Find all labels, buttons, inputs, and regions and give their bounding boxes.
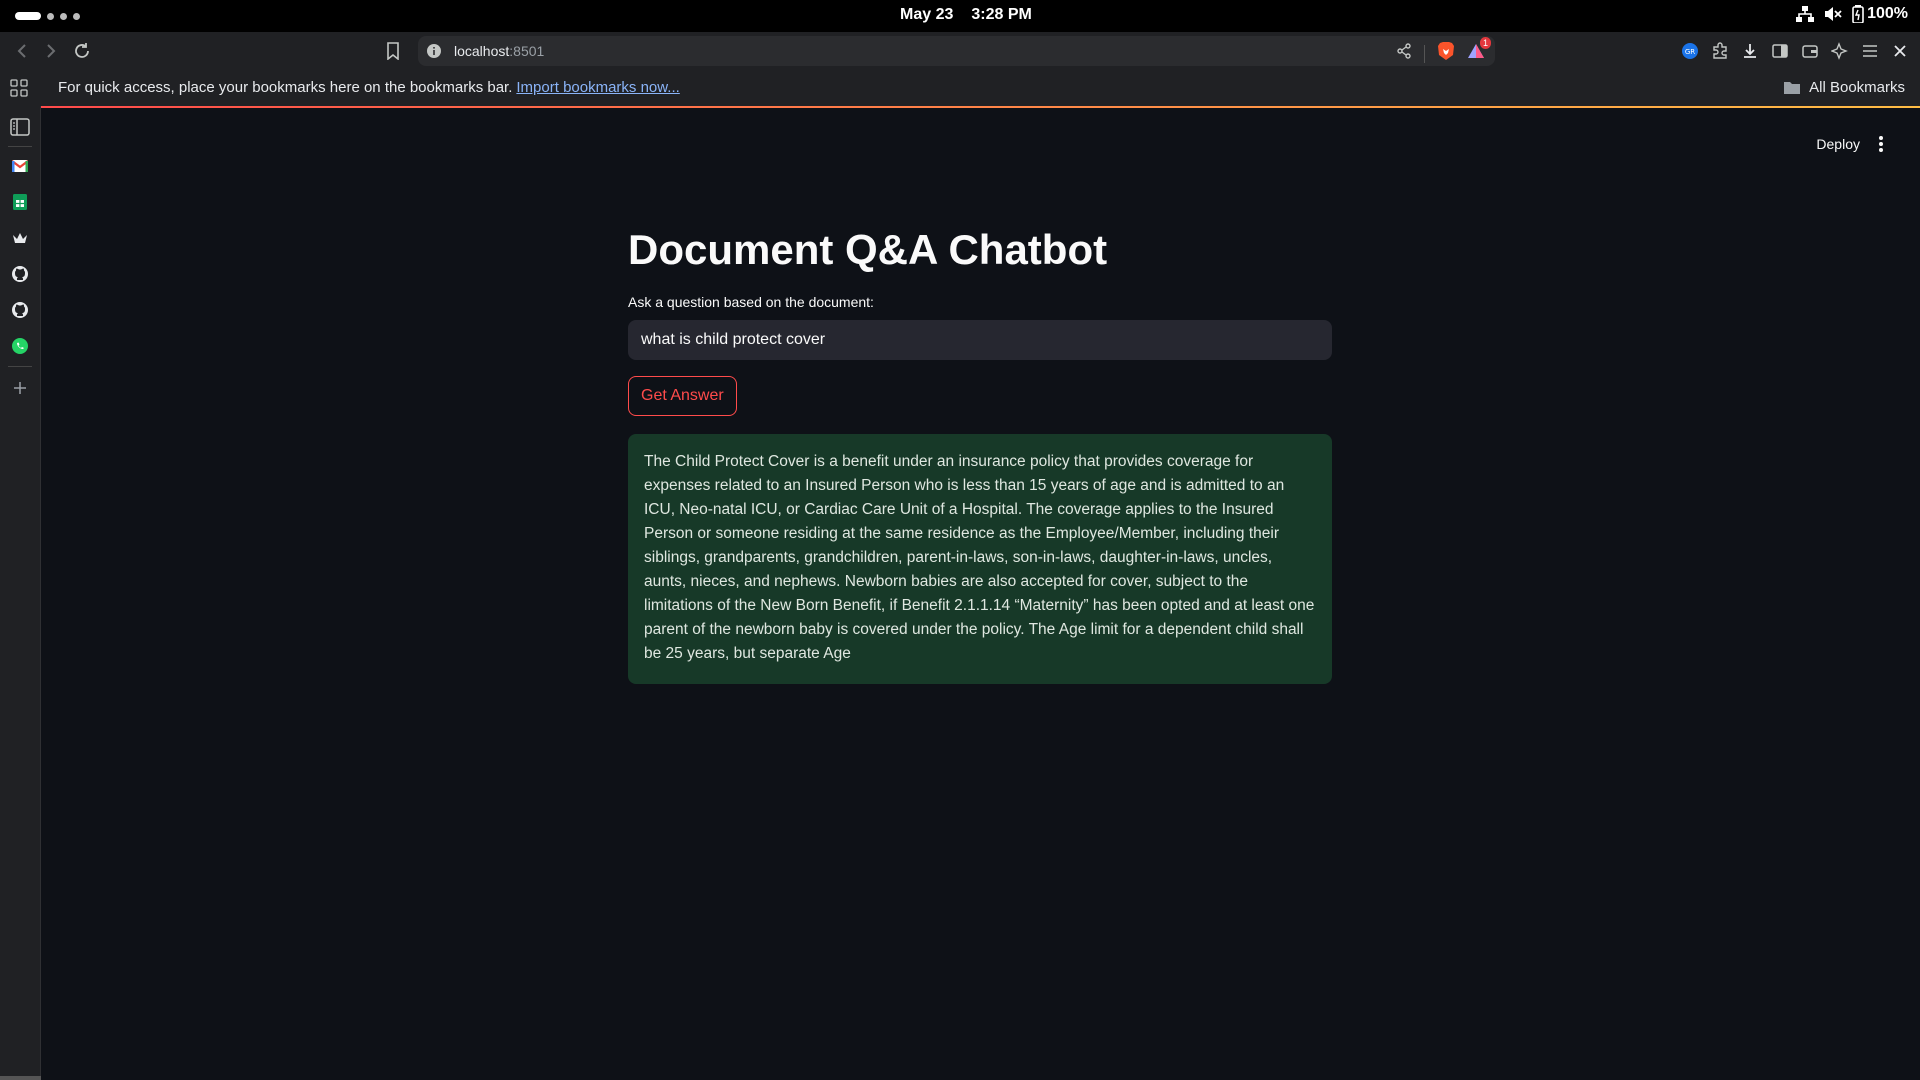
volume-muted-icon[interactable] [1824, 6, 1842, 22]
question-label: Ask a question based on the document: [628, 294, 874, 310]
bookmark-button[interactable] [383, 41, 403, 61]
bookmark-icon [387, 42, 399, 60]
sidebar-panel-icon[interactable] [10, 117, 30, 137]
folder-icon [1784, 81, 1801, 94]
apps-grid-icon[interactable] [10, 79, 28, 101]
forward-button[interactable] [41, 41, 61, 61]
deploy-button[interactable]: Deploy [1816, 136, 1860, 152]
wallet-icon[interactable] [1800, 41, 1820, 61]
workspace-indicator[interactable] [15, 12, 80, 20]
google-sheets-icon[interactable] [10, 192, 30, 212]
network-icon[interactable] [1796, 6, 1815, 22]
answer-box: The Child Protect Cover is a benefit und… [628, 434, 1332, 684]
bookmarks-hint: For quick access, place your bookmarks h… [58, 79, 513, 96]
clock-date: May 23 [900, 6, 954, 23]
system-tray[interactable]: 100% [1796, 5, 1908, 23]
bookmarks-bar: For quick access, place your bookmarks h… [0, 70, 1920, 106]
crown-icon[interactable] [10, 228, 30, 248]
workspace-dot[interactable] [60, 12, 67, 20]
question-input[interactable]: what is child protect cover [628, 320, 1332, 360]
page-load-indicator [41, 106, 1920, 108]
workspace-dot[interactable] [47, 12, 54, 20]
battery-indicator[interactable]: 100% [1852, 5, 1908, 23]
workspace-dot[interactable] [73, 12, 80, 20]
gmail-icon[interactable] [10, 156, 30, 176]
github-icon[interactable] [10, 300, 30, 320]
back-arrow-icon [17, 44, 26, 58]
download-icon[interactable] [1740, 41, 1760, 61]
all-bookmarks-label: All Bookmarks [1809, 79, 1905, 96]
sidebar-toggle-icon[interactable] [1770, 41, 1790, 61]
url-text[interactable]: localhost:8501 [454, 43, 544, 59]
brave-shields-icon[interactable] [1437, 41, 1455, 66]
import-bookmarks-link[interactable]: Import bookmarks now... [516, 79, 679, 96]
browser-sidebar [0, 106, 41, 1080]
reload-icon [75, 43, 89, 58]
extensions-puzzle-icon[interactable] [1710, 41, 1730, 61]
question-input-value: what is child protect cover [641, 331, 826, 348]
site-info-icon[interactable] [426, 43, 442, 64]
bookmarks-message: For quick access, place your bookmarks h… [58, 79, 680, 96]
main-content: Document Q&A Chatbot Ask a question base… [628, 220, 1332, 684]
url-separator [1424, 44, 1425, 63]
add-panel-icon[interactable] [10, 378, 30, 398]
menu-icon[interactable] [1860, 41, 1880, 61]
all-bookmarks-button[interactable]: All Bookmarks [1783, 79, 1905, 96]
battery-percent: 100% [1867, 5, 1908, 22]
back-button[interactable] [12, 41, 32, 61]
extension-badge-icon[interactable]: GR [1680, 41, 1700, 61]
clock[interactable]: May 23 3:28 PM [900, 6, 1032, 24]
url-host: localhost [454, 43, 510, 59]
sidebar-scroll-indicator [0, 1076, 41, 1080]
whatsapp-icon[interactable] [10, 336, 30, 356]
main-menu-icon[interactable] [1878, 134, 1884, 159]
github-icon[interactable] [10, 264, 30, 284]
get-answer-button[interactable]: Get Answer [628, 376, 737, 416]
workspace-active[interactable] [15, 12, 41, 20]
share-icon[interactable] [1396, 43, 1412, 64]
extension-toolbar: GR [1680, 41, 1910, 61]
browser-toolbar: localhost:8501 1 GR [0, 32, 1920, 70]
page-title: Document Q&A Chatbot [628, 226, 1108, 273]
clock-time: 3:28 PM [971, 6, 1032, 23]
url-port: :8501 [509, 43, 545, 59]
battery-icon [1852, 5, 1864, 23]
close-window-icon[interactable] [1890, 41, 1910, 61]
sidebar-divider [8, 146, 32, 147]
os-top-bar: May 23 3:28 PM 100% [0, 0, 1920, 32]
rewards-badge: 1 [1479, 37, 1491, 49]
reload-button[interactable] [72, 41, 92, 61]
address-bar[interactable]: localhost:8501 1 [418, 36, 1495, 66]
leo-ai-icon[interactable] [1830, 41, 1850, 61]
sidebar-divider [8, 366, 32, 367]
brave-rewards-icon[interactable]: 1 [1467, 37, 1491, 65]
svg-text:GR: GR [1685, 48, 1695, 56]
forward-arrow-icon [47, 44, 56, 58]
